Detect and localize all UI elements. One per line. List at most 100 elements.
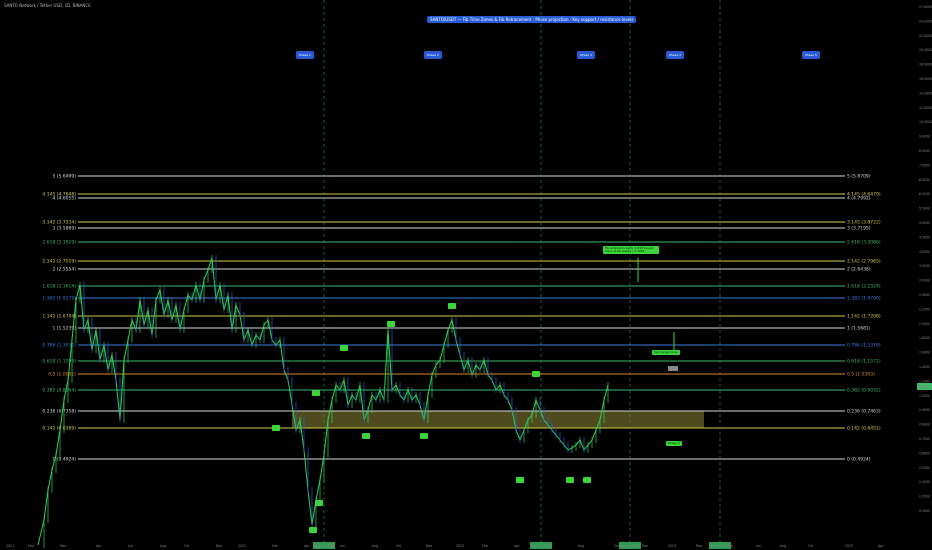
fib-label-right: 2.618 (3.3086): [847, 240, 881, 246]
vline-date-label: Sep 14 2022: [314, 544, 334, 548]
y-tick: 10.0000: [919, 120, 932, 124]
fib-label-right: 5 (5.8709): [847, 174, 871, 180]
y-tick: 7.0000: [919, 163, 930, 167]
y-tick: 3.5000: [919, 264, 930, 268]
y-tick: 6.5000: [919, 178, 930, 182]
x-tick: 2024: [668, 544, 676, 548]
y-tick: 20.0000: [919, 48, 932, 52]
signal-marker: [312, 390, 320, 396]
y-tick: 4.5000: [919, 235, 930, 239]
fib-label-left: 2 (2.5554): [52, 267, 76, 273]
vline-date-label: Mar 27 2023: [531, 544, 551, 548]
y-tick: 18.0000: [919, 63, 932, 67]
x-tick: Nov: [426, 544, 432, 548]
y-tick: 0.3000: [919, 509, 930, 513]
fib-label-right: 0 (0.4924): [847, 457, 871, 463]
y-tick: 0.8000: [919, 423, 930, 427]
x-tick: Aug: [780, 544, 786, 548]
fib-label-right: 1.142 (1.7208): [847, 314, 881, 320]
vline-date-label: Apr 04 2024: [710, 544, 730, 548]
y-tick: 27.0000: [919, 5, 932, 9]
signal-marker: [420, 433, 428, 439]
y-tick: 1.2000: [919, 379, 930, 383]
signal-marker: [532, 371, 540, 377]
signal-marker: [583, 477, 591, 483]
signal-marker: [448, 303, 456, 309]
y-tick: 8.0000: [919, 149, 930, 153]
x-tick: Feb: [272, 544, 278, 548]
fib-label-right: 0.5 (1.0303): [847, 372, 875, 378]
gray-target-box: [668, 366, 678, 371]
resistance-annotation: Key target zone: [652, 350, 680, 355]
y-tick: 24.0000: [919, 19, 932, 23]
signal-marker: [387, 321, 395, 327]
x-tick: 2023: [456, 544, 464, 548]
price-chart[interactable]: 5 (5.6499) 5 (5.8709)4.145 (4.7648) 4.145 …: [0, 0, 932, 550]
signal-marker: [516, 477, 524, 483]
fib-label-left: 3 (3.5869): [52, 226, 76, 232]
signal-marker: [272, 425, 280, 431]
y-tick: 4.0000: [919, 250, 930, 254]
x-tick: Mar: [60, 544, 67, 548]
fib-label-left: 0.142 (0.6389): [42, 426, 76, 432]
fib-label-right: 0.382 (0.9032): [847, 388, 881, 394]
y-tick: 0.7000: [919, 437, 930, 441]
x-tick: Oct: [808, 544, 814, 548]
y-tick: 1.6000: [919, 351, 930, 355]
fib-label-right: 1.618 (2.2329): [847, 284, 881, 290]
x-tick: Aug: [372, 544, 378, 548]
x-tick: 2021: [6, 544, 14, 548]
y-tick: 22.0000: [919, 34, 932, 38]
fib-label-left: 0.236 (0.7358): [42, 409, 76, 415]
y-tick: 6.0000: [919, 192, 930, 196]
fib-label-left: 1.382 (1.9179): [42, 296, 76, 302]
y-tick: 12.0000: [919, 106, 932, 110]
signal-marker: [566, 477, 574, 483]
x-tick: 2022: [238, 544, 246, 548]
y-tick: 5.0000: [919, 221, 930, 225]
y-tick: 2.5000: [919, 293, 930, 297]
ath-annotation: Fib extension path, 2.618 target zone of…: [603, 246, 659, 254]
fib-label-right: 0.786 (1.3379): [847, 343, 881, 349]
fib-label-left: 3.142 (3.7334): [42, 220, 76, 226]
fib-label-right: 0.142 (0.6451): [847, 426, 881, 432]
y-tick: 1.8000: [919, 336, 930, 340]
y-tick: 9.0000: [919, 135, 930, 139]
fib-label-left: 5 (5.6499): [52, 174, 76, 180]
x-tick: Jun: [755, 544, 761, 548]
y-tick: 0.6000: [919, 451, 930, 455]
signal-marker: [315, 500, 323, 506]
fib-label-right: 1 (1.5681): [847, 326, 871, 332]
fib-label-right: 0.618 (1.1572): [847, 359, 881, 365]
y-tick: 0.3500: [919, 495, 930, 499]
phase-box-label: Phase 3: [666, 441, 682, 446]
fib-label-right: 0.236 (0.7463): [847, 409, 881, 415]
x-tick: Apr: [304, 544, 310, 548]
x-tick: Apr: [514, 544, 520, 548]
x-tick: Jun: [127, 544, 133, 548]
fib-label-left: 2.618 (3.1929): [42, 240, 76, 246]
fib-label-right: 1.382 (1.9790): [847, 296, 881, 302]
y-tick: 0.5000: [919, 466, 930, 470]
current-price-label: 0.9283: [918, 385, 929, 389]
fib-label-right: 3 (3.7195): [847, 226, 871, 232]
fib-label-left: 2.142 (2.7019): [42, 259, 76, 265]
fib-label-right: 3.145 (3.8722): [847, 220, 881, 226]
x-tick: Aug: [160, 544, 166, 548]
fib-label-right: 2.142 (2.7965): [847, 259, 881, 265]
fib-label-right: 2 (2.6438): [847, 267, 871, 273]
x-tick: 2025: [845, 544, 853, 548]
x-tick: Apr: [878, 544, 884, 548]
x-tick: Dec: [642, 544, 648, 548]
y-tick: 0.4000: [919, 480, 930, 484]
y-tick: 2.2000: [919, 307, 930, 311]
x-tick: Oct: [184, 544, 190, 548]
x-tick: Nov: [216, 544, 222, 548]
y-tick: 5.5000: [919, 207, 930, 211]
fib-label-left: 1.618 (2.1614): [42, 284, 76, 290]
signal-marker: [309, 527, 317, 533]
x-tick: Jun: [339, 544, 345, 548]
signal-marker: [362, 433, 370, 439]
y-tick: 1.4000: [919, 365, 930, 369]
x-tick: Feb: [482, 544, 488, 548]
